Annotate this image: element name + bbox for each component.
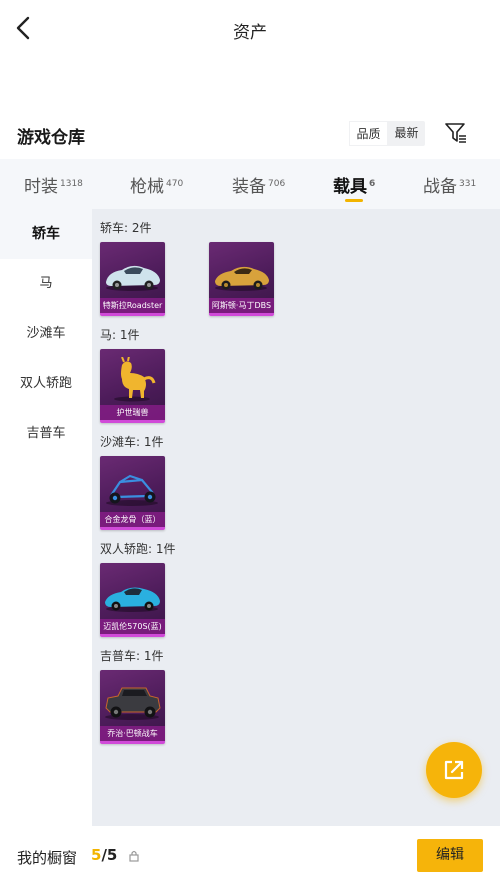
showcase-current: 5 bbox=[91, 846, 102, 864]
sort-quality-button[interactable]: 品质 bbox=[349, 121, 388, 146]
category-tabs: 时装 1318 枪械 470 装备 706 载具 6 战备 331 bbox=[0, 159, 500, 209]
sort-newest-button[interactable]: 最新 bbox=[388, 121, 425, 146]
item-card[interactable]: 乔治·巴顿战车 bbox=[100, 670, 165, 744]
showcase-label: 我的橱窗 bbox=[17, 849, 78, 867]
item-card[interactable]: 迈凯伦570S(蓝) bbox=[100, 563, 165, 637]
item-name: 迈凯伦570S(蓝) bbox=[100, 619, 165, 634]
tab-label: 枪械 bbox=[130, 177, 164, 197]
item-card[interactable]: 护世瑞兽 bbox=[100, 349, 165, 423]
lock-icon bbox=[129, 850, 139, 862]
top-bar: 资产 bbox=[0, 0, 500, 58]
page-title: 资产 bbox=[233, 23, 267, 43]
sidebar-item-horse[interactable]: 马 bbox=[0, 259, 92, 309]
tab-count: 331 bbox=[459, 179, 477, 189]
item-name: 特斯拉Roadster bbox=[100, 298, 165, 313]
showcase-total: /5 bbox=[101, 846, 118, 864]
item-card[interactable]: 特斯拉Roadster bbox=[100, 242, 165, 316]
sidebar-item-coupe[interactable]: 双人轿跑 bbox=[0, 359, 92, 409]
vehicle-list: 轿车: 2件 特斯拉Roadster 阿斯顿·马丁DBS 马: 1件 护世瑞兽 bbox=[92, 209, 500, 826]
filter-icon[interactable] bbox=[444, 121, 468, 145]
sidebar-item-jeep[interactable]: 吉普车 bbox=[0, 409, 92, 459]
sort-toggle: 品质 最新 bbox=[349, 121, 425, 146]
tab-count: 470 bbox=[166, 179, 184, 189]
section-title-sedan: 轿车: 2件 bbox=[100, 221, 152, 235]
tab-guns[interactable]: 枪械 470 bbox=[130, 172, 183, 197]
share-fab-button[interactable] bbox=[426, 742, 482, 798]
tab-count: 6 bbox=[369, 179, 376, 189]
warehouse-title: 游戏仓库 bbox=[17, 128, 85, 148]
sidebar-item-buggy[interactable]: 沙滩车 bbox=[0, 309, 92, 359]
tab-label: 载具 bbox=[333, 177, 367, 197]
car-image bbox=[106, 265, 160, 291]
car-image bbox=[215, 266, 269, 291]
item-name: 阿斯顿·马丁DBS bbox=[209, 298, 274, 313]
tab-count: 1318 bbox=[60, 179, 83, 189]
showcase-count: 5/5 bbox=[91, 846, 117, 864]
tab-vehicles[interactable]: 载具 6 bbox=[333, 172, 376, 202]
showcase-bar: 我的橱窗 5/5 编辑 bbox=[0, 826, 500, 885]
share-external-icon bbox=[444, 760, 464, 780]
item-card[interactable]: 阿斯顿·马丁DBS bbox=[209, 242, 274, 316]
jeep-image bbox=[105, 687, 161, 720]
item-card[interactable]: 合金龙骨（蓝） bbox=[100, 456, 165, 530]
section-title-horse: 马: 1件 bbox=[100, 328, 140, 342]
tab-label: 战备 bbox=[423, 177, 457, 197]
section-title-coupe: 双人轿跑: 1件 bbox=[100, 542, 176, 556]
tab-label: 装备 bbox=[232, 177, 266, 197]
section-title-buggy: 沙滩车: 1件 bbox=[100, 435, 164, 449]
tab-fashion[interactable]: 时装 1318 bbox=[24, 172, 83, 197]
edit-button[interactable]: 编辑 bbox=[417, 839, 483, 872]
horse-image bbox=[114, 357, 156, 402]
section-title-jeep: 吉普车: 1件 bbox=[100, 649, 164, 663]
item-name: 乔治·巴顿战车 bbox=[100, 726, 165, 741]
active-tab-indicator bbox=[345, 199, 363, 202]
tab-label: 时装 bbox=[24, 177, 58, 197]
sidebar-item-sedan[interactable]: 轿车 bbox=[0, 209, 92, 259]
buggy-image bbox=[106, 474, 158, 506]
item-name: 护世瑞兽 bbox=[100, 405, 165, 420]
car-image bbox=[105, 587, 160, 612]
tab-count: 706 bbox=[268, 179, 286, 189]
tab-battle-gear[interactable]: 战备 331 bbox=[423, 172, 476, 197]
item-name: 合金龙骨（蓝） bbox=[100, 512, 165, 527]
vehicle-type-sidebar: 轿车 马 沙滩车 双人轿跑 吉普车 bbox=[0, 209, 92, 826]
tab-equipment[interactable]: 装备 706 bbox=[232, 172, 285, 197]
